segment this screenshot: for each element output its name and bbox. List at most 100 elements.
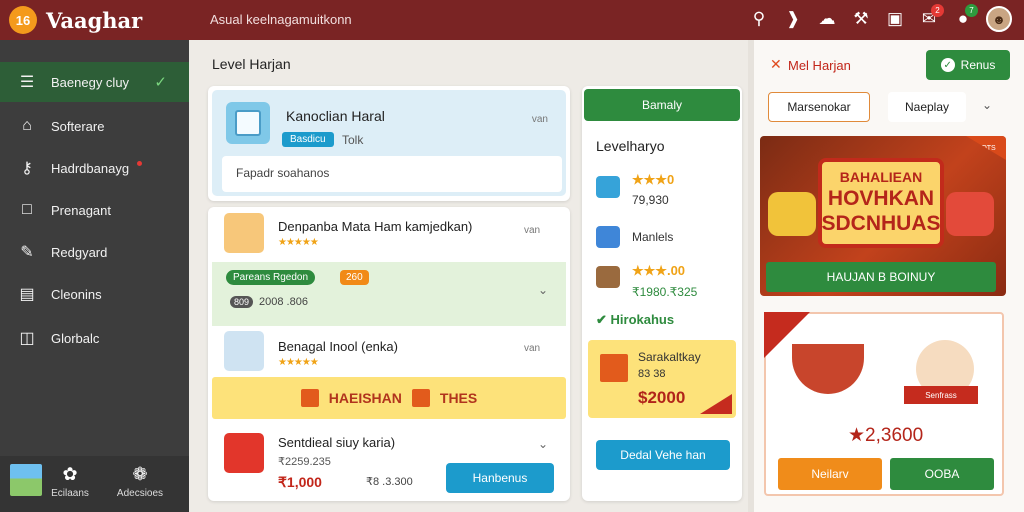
banner-line-2: HOVHKAN SDCNHUAS [821,187,941,236]
search-input[interactable]: Asual keelnagamuitkonn [210,12,352,27]
reward-box-value: $2000 [638,388,686,407]
panel-title: Mel Harjan [788,58,851,73]
sidebar-item-label: Hadrdbanayg [51,160,130,176]
sidebar-item-4[interactable]: □ Prenagant [0,190,189,230]
check-icon: ✓ [154,74,167,91]
list-item-title[interactable]: Denpanba Mata Ham kamjedkan) [278,219,472,234]
more-menu[interactable]: van [524,225,540,236]
food-bowl-icon [792,344,864,394]
page-title: Level Harjan [212,56,291,72]
reward-stars: ★★★.00 [632,263,686,278]
sidebar-item-5[interactable]: ✎ Redgyard [0,232,189,272]
sidebar-footer: ✿ Ecilaans ❁ Adecsioes [0,456,189,512]
more-menu[interactable]: van [532,114,548,125]
home-icon: ⌂ [22,117,32,134]
bag-icon[interactable]: ▣ [884,4,906,34]
reward-box-sub: 83 38 [638,368,666,380]
search-icon[interactable]: ⚲ [748,4,770,34]
sidebar: ☰ Baenegy cluy ✓ ⌂ Softerare ⚷ Hadrdbana… [0,40,189,512]
pencil-icon: ✎ [20,244,34,261]
level-input[interactable]: Fapadr soahanos [222,156,562,192]
value-text: 2008 .806 [259,296,308,308]
footer-button-1[interactable]: ✿ Ecilaans [40,464,100,499]
mascot-label: Senfrass [904,386,978,404]
category-pill[interactable]: Pareans Rgedon [226,270,316,285]
sidebar-item-6[interactable]: ▤ Cleonins [0,274,189,314]
bonus-button-label: Renus [960,58,996,72]
gift-box-icon [224,433,264,473]
sidebar-item-2[interactable]: ⌂ Softerare [0,106,189,146]
promo-left-button[interactable]: Neilarv [778,458,882,490]
reward-box[interactable]: Sarakaltkay 83 38 $2000 [588,340,736,418]
rewards-card: Bamaly Levelharyo ★★★0 79,930 Manlels ★★… [582,86,742,501]
gift-icon [411,389,430,407]
notification-icon[interactable]: ✉ 2 [918,4,944,34]
level-card-header[interactable]: Kanoclian Haral Basdicu Tolk van Fapadr … [212,90,566,196]
group-icon: ❁ [132,464,148,484]
chevron-down-icon[interactable]: ⌄ [982,98,992,112]
footer-button-2[interactable]: ❁ Adecsioes [110,464,170,499]
reward-value: 79,930 [632,193,669,207]
avatar[interactable]: ☻ [986,6,1012,32]
hero-banner[interactable]: HOTS BAHALIEAN HOVHKAN SDCNHUAS HAUJAN B… [760,136,1006,296]
bonus-button[interactable]: ✓ Renus [926,50,1010,80]
banner-button[interactable]: HAUJAN B BOINUY [766,262,996,292]
tab-1[interactable]: Marsenokar [768,92,870,122]
right-panel: ✕ Mel Harjan ✓ Renus Marsenokar Naeplay ⌄… [754,40,1024,512]
action-button[interactable]: Hanbenus [446,463,554,493]
sidebar-item-label: Redgyard [51,244,108,260]
sidebar-item-3[interactable]: ⚷ Hadrdbanayg [0,148,189,188]
more-menu[interactable]: van [524,343,540,354]
sidebar-item-label: Softerare [51,118,105,134]
key-icon: ⚷ [21,160,33,177]
sidebar-item-7[interactable]: ◫ Glorbalc [0,318,189,358]
rewards-button[interactable]: Bamaly [584,89,740,121]
promo-banner[interactable]: HAEISHAN THES [212,377,566,419]
ribbon-decoration [700,394,732,414]
check-icon: ✓ [940,58,955,72]
thumbnail-image[interactable] [10,464,42,496]
level-name: Kanoclian Haral [286,108,385,124]
rating-stars: ★★★★★ [278,237,319,248]
chevron-down-icon[interactable]: ⌄ [538,283,548,297]
tag-icon[interactable]: ❱ [782,4,804,34]
price-value: ₹1,000 [278,474,322,490]
gift-icon [300,389,319,407]
level-pill[interactable]: Basdicu [282,132,334,147]
tools-icon[interactable]: ⚒ [850,4,872,34]
tab-2[interactable]: Naeplay [888,92,966,122]
banner-line-1: BAHALIEAN [839,169,923,186]
close-icon[interactable]: ✕ [770,56,782,73]
cup-icon [224,213,264,253]
monitor-icon: □ [22,201,32,218]
toy-icon [768,192,816,236]
deal-button[interactable]: Dedal Vehe han [596,440,730,470]
ticket-icon [596,226,620,248]
level-tag: Tolk [342,133,364,147]
promo-card: Senfrass ★2,3600 Neilarv OOBA [764,312,1004,496]
app-title[interactable]: Vaaghar [46,8,142,33]
cloud-icon[interactable]: ☁ [816,4,838,34]
list-item-title[interactable]: Sentdieal siuy karia) [278,435,395,450]
gem-icon [596,176,620,198]
settings-icon: ✿ [62,464,78,484]
sidebar-item-label: Glorbalc [51,330,100,346]
banner-sign: BAHALIEAN HOVHKAN SDCNHUAS [818,158,944,248]
notification-badge: 2 [931,4,944,17]
sidebar-item-label: Prenagant [51,202,111,218]
chevron-down-icon[interactable]: ⌄ [538,437,548,451]
reward-value: ₹1980.₹325 [632,285,698,299]
promo-right-button[interactable]: OOBA [890,458,994,490]
corner-tag: HOTS [966,136,1006,160]
list-item-values: 809 2008 .806 [230,296,308,308]
chest-icon [596,266,620,288]
status-badge: 7 [965,4,978,17]
footer-button-label: Adecsioes [116,488,164,499]
list-item-title[interactable]: Benagal Inool (enka) [278,339,398,354]
price-secondary: ₹8 .3.300 [366,476,413,488]
sidebar-item-1[interactable]: ☰ Baenegy cluy ✓ [0,62,189,102]
list-item-sub: ₹2259.235 [278,456,331,468]
app-logo-mark[interactable]: 16 [9,6,37,34]
rewards-title: Levelharyo [596,138,665,154]
status-icon[interactable]: ● 7 [952,4,978,34]
